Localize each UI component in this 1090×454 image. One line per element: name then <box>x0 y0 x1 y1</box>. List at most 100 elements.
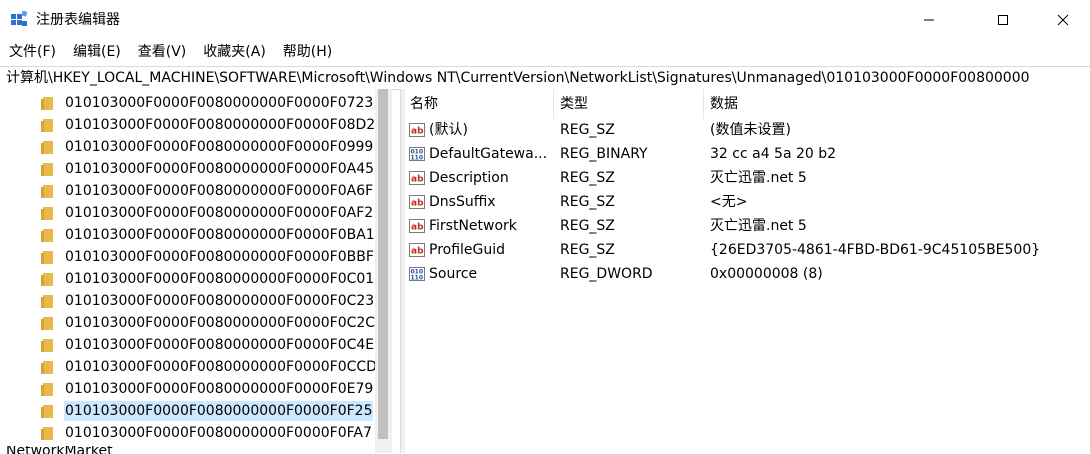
tree-item[interactable]: 010103000F0000F0080000000F0000F0C23 <box>40 290 380 312</box>
svg-text:ab: ab <box>411 175 424 185</box>
value-data: 32 cc a4 5a 20 b2 <box>710 146 837 162</box>
close-button[interactable] <box>1040 0 1086 40</box>
value-row[interactable]: ab FirstNetwork REG_SZ 灭亡迅雷.net 5 <box>405 214 1090 238</box>
tree-item-label: 010103000F0000F0080000000F0000F0BA1 <box>65 227 375 243</box>
string-value-icon: ab <box>409 219 425 233</box>
svg-text:ab: ab <box>411 199 424 209</box>
tree-item[interactable]: 010103000F0000F0080000000F0000F08D2 <box>40 114 380 136</box>
maximize-icon <box>998 15 1008 25</box>
menu-file[interactable]: 文件(F) <box>9 42 56 62</box>
address-path[interactable]: 计算机\HKEY_LOCAL_MACHINE\SOFTWARE\Microsof… <box>6 68 1030 88</box>
tree-scrollbar[interactable] <box>375 89 392 453</box>
value-row[interactable]: ab (默认) REG_SZ (数值未设置) <box>405 118 1090 142</box>
value-data: 灭亡迅雷.net 5 <box>710 170 807 186</box>
value-data: {26ED3705-4861-4FBD-BD61-9C45105BE500} <box>710 242 1041 258</box>
value-row[interactable]: 010 110 Source REG_DWORD 0x00000008 (8) <box>405 262 1090 286</box>
tree-item[interactable]: 010103000F0000F0080000000F0000F0A6F <box>40 180 380 202</box>
tree-item[interactable]: 010103000F0000F0080000000F0000F0E79 <box>40 378 380 400</box>
value-row[interactable]: ab Description REG_SZ 灭亡迅雷.net 5 <box>405 166 1090 190</box>
string-value-icon: ab <box>409 171 425 185</box>
value-type: REG_SZ <box>560 194 615 210</box>
tree-item-label: 010103000F0000F0080000000F0000F08D2 <box>65 117 376 133</box>
window-title: 注册表编辑器 <box>36 12 120 28</box>
string-value-icon: ab <box>409 243 425 257</box>
minimize-icon <box>924 19 934 21</box>
value-type: REG_SZ <box>560 122 615 138</box>
tree-item[interactable]: 010103000F0000F0080000000F0000F0999 <box>40 136 380 158</box>
column-header-data[interactable]: 数据 <box>710 94 738 114</box>
tree-item-label: 010103000F0000F0080000000F0000F0C4E <box>65 337 375 353</box>
svg-text:ab: ab <box>411 127 424 137</box>
value-data: <无> <box>710 194 748 210</box>
value-name: (默认) <box>429 122 468 138</box>
tree-item[interactable]: 010103000F0000F0080000000F0000F0AF2 <box>40 202 380 224</box>
minimize-button[interactable] <box>906 0 952 40</box>
tree-item[interactable]: 010103000F0000F0080000000F0000F0F25 <box>40 400 380 422</box>
value-row[interactable]: ab DnsSuffix REG_SZ <无> <box>405 190 1090 214</box>
value-row[interactable]: ab ProfileGuid REG_SZ {26ED3705-4861-4FBD-B… <box>405 238 1090 262</box>
tree-item[interactable]: 010103000F0000F0080000000F0000F0C4E <box>40 334 380 356</box>
value-row[interactable]: 010 110 DefaultGatewa... REG_BINARY 32 cc a4… <box>405 142 1090 166</box>
column-divider[interactable] <box>703 89 704 119</box>
tree-item-label: 010103000F0000F0080000000F0000F0AF2 <box>65 205 374 221</box>
tree-item-label: 010103000F0000F0080000000F0000F0999 <box>65 139 374 155</box>
tree-item[interactable]: 010103000F0000F0080000000F0000F0723 <box>40 92 380 114</box>
registry-editor-app-icon <box>11 11 28 26</box>
tree-item[interactable]: 010103000F0000F0080000000F0000F0C2C <box>40 312 380 334</box>
folder-icon <box>41 141 53 154</box>
svg-text:ab: ab <box>411 247 424 257</box>
folder-icon <box>41 185 53 198</box>
menu-favorites[interactable]: 收藏夹(A) <box>203 42 266 62</box>
folder-icon <box>41 339 53 352</box>
tree-item-label: 010103000F0000F0080000000F0000F0A45 <box>65 161 375 177</box>
list-header: 名称 类型 数据 <box>405 89 1090 119</box>
close-icon <box>1057 14 1069 26</box>
binary-value-icon: 010110 <box>409 267 425 282</box>
value-type: REG_SZ <box>560 218 615 234</box>
tree-item[interactable]: 010103000F0000F0080000000F0000F0BA1 <box>40 224 380 246</box>
folder-icon <box>41 97 53 110</box>
svg-text:ab: ab <box>411 223 424 233</box>
menu-help[interactable]: 帮助(H) <box>283 42 332 62</box>
scrollbar-thumb[interactable] <box>378 89 388 439</box>
folder-icon <box>41 119 53 132</box>
column-header-type[interactable]: 类型 <box>560 94 588 114</box>
column-divider[interactable] <box>553 89 554 119</box>
binary-value-icon: 010110 <box>409 147 425 162</box>
value-name: DnsSuffix <box>429 194 496 210</box>
string-value-icon: ab <box>409 123 425 137</box>
menu-edit[interactable]: 编辑(E) <box>73 42 121 62</box>
value-list[interactable]: 名称 类型 数据 ab (默认) REG_SZ (数值未设置) 010 110 Defaul… <box>405 89 1090 453</box>
folder-icon <box>41 405 53 418</box>
column-header-name[interactable]: 名称 <box>410 94 438 114</box>
tree-item-label: 010103000F0000F0080000000F0000F0C23 <box>65 293 375 309</box>
tree-item-label: 010103000F0000F0080000000F0000F0F25 <box>64 401 374 421</box>
folder-icon <box>41 229 53 242</box>
maximize-button[interactable] <box>980 0 1026 40</box>
folder-icon <box>41 383 53 396</box>
folder-icon <box>41 207 53 220</box>
tree-item[interactable]: 010103000F0000F0080000000F0000F0C01 <box>40 268 380 290</box>
tree-item-label: 010103000F0000F0080000000F0000F0BBF <box>65 249 374 265</box>
value-type: REG_SZ <box>560 242 615 258</box>
value-data: 0x00000008 (8) <box>710 266 823 282</box>
tree-item-label: 010103000F0000F0080000000F0000F0CCD <box>65 359 377 375</box>
tree-item[interactable]: 010103000F0000F0080000000F0000F0BBF <box>40 246 380 268</box>
menu-bar: 文件(F) 编辑(E) 查看(V) 收藏夹(A) 帮助(H) <box>0 40 1090 64</box>
value-data: (数值未设置) <box>710 122 791 138</box>
tree-item-label: 010103000F0000F0080000000F0000F0E79 <box>65 381 374 397</box>
value-type: REG_SZ <box>560 170 615 186</box>
value-name: Description <box>429 170 509 186</box>
address-bar[interactable]: 计算机\HKEY_LOCAL_MACHINE\SOFTWARE\Microsof… <box>0 66 1090 90</box>
tree-item[interactable]: 010103000F0000F0080000000F0000F0CCD <box>40 356 380 378</box>
title-bar[interactable]: 注册表编辑器 <box>0 0 1090 40</box>
tree-item[interactable]: 010103000F0000F0080000000F0000F0FA7 <box>40 422 380 444</box>
value-name: ProfileGuid <box>429 242 506 258</box>
tree-item[interactable]: 010103000F0000F0080000000F0000F0A45 <box>40 158 380 180</box>
folder-icon <box>41 427 53 440</box>
value-type: REG_BINARY <box>560 146 648 162</box>
tree-item-label: 010103000F0000F0080000000F0000F0723 <box>65 95 374 111</box>
key-tree[interactable]: 010103000F0000F0080000000F0000F0723 01010… <box>0 89 390 453</box>
menu-view[interactable]: 查看(V) <box>138 42 187 62</box>
tree-item-label: 010103000F0000F0080000000F0000F0A6F <box>65 183 374 199</box>
